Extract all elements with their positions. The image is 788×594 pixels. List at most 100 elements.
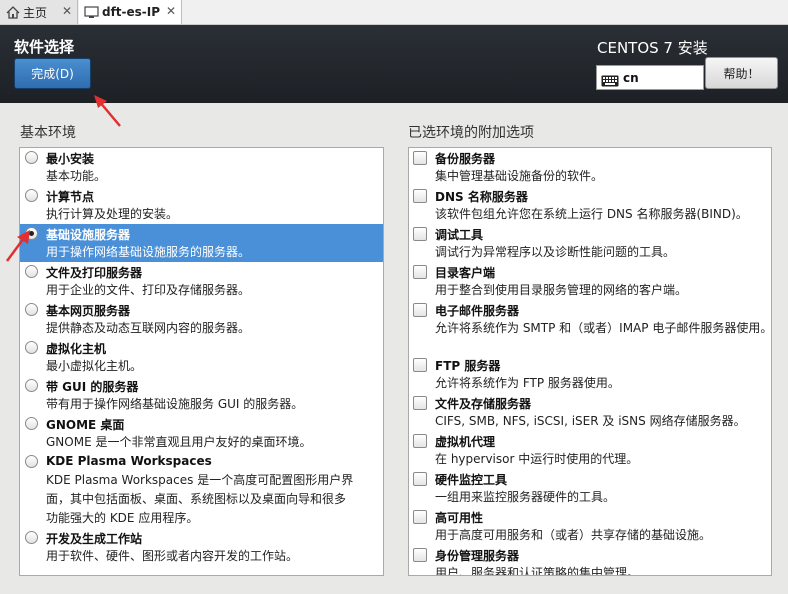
environment-title: 计算节点 bbox=[46, 190, 95, 204]
home-icon bbox=[5, 5, 20, 19]
help-button[interactable]: 帮助！ bbox=[705, 57, 778, 89]
addon-checkbox[interactable] bbox=[413, 358, 427, 372]
environment-title: 基本网页服务器 bbox=[46, 304, 131, 318]
addon-title: 硬件监控工具 bbox=[435, 473, 508, 487]
radio-button[interactable] bbox=[25, 341, 38, 354]
addon-option[interactable]: 电子邮件服务器 允许将系统作为 SMTP 和（或者）IMAP 电子邮件服务器使用。 bbox=[409, 300, 771, 338]
tab-vm[interactable]: dft-es-IP ✕ bbox=[79, 0, 182, 24]
addons-heading: 已选环境的附加选项 bbox=[408, 125, 534, 141]
radio-button[interactable] bbox=[25, 379, 38, 392]
addon-title: 高可用性 bbox=[435, 511, 484, 525]
environment-option[interactable]: 最小安装 基本功能。 bbox=[20, 148, 383, 186]
addon-checkbox[interactable] bbox=[413, 396, 427, 410]
addon-checkbox[interactable] bbox=[413, 548, 427, 562]
environment-description: 用于操作网络基础设施服务的服务器。 bbox=[46, 245, 251, 259]
addon-title: DNS 名称服务器 bbox=[435, 190, 528, 204]
annotation-arrow-icon bbox=[94, 95, 121, 127]
addon-description: 用户、服务器和认证策略的集中管理。 bbox=[435, 566, 640, 576]
keyboard-icon bbox=[601, 72, 619, 86]
addon-title: 文件及存储服务器 bbox=[435, 397, 532, 411]
radio-button[interactable] bbox=[25, 455, 38, 468]
environment-option[interactable]: GNOME 桌面 GNOME 是一个非常直观且用户友好的桌面环境。 bbox=[20, 414, 383, 452]
addon-description: 在 hypervisor 中运行时使用的代理。 bbox=[435, 452, 639, 466]
radio-button[interactable] bbox=[25, 189, 38, 202]
environment-option[interactable]: 计算节点执行计算及处理的安装。 bbox=[20, 186, 383, 224]
addon-option[interactable]: 虚拟机代理在 hypervisor 中运行时使用的代理。 bbox=[409, 431, 771, 469]
addon-title: 目录客户端 bbox=[435, 266, 496, 280]
environment-title: GNOME 桌面 bbox=[46, 418, 125, 432]
addon-option[interactable]: 身份管理服务器用户、服务器和认证策略的集中管理。 bbox=[409, 545, 771, 576]
radio-button[interactable] bbox=[25, 531, 38, 544]
environment-description: 基本功能。 bbox=[46, 169, 107, 183]
radio-button[interactable] bbox=[25, 303, 38, 316]
addon-description: 用于高度可用服务和（或者）共享存储的基础设施。 bbox=[435, 528, 712, 542]
addon-description: CIFS, SMB, NFS, iSCSI, iSER 及 iSNS 网络存储服… bbox=[435, 414, 746, 428]
environment-description: 提供静态及动态互联网内容的服务器。 bbox=[46, 321, 251, 335]
tab-bar: 主页 ✕ dft-es-IP ✕ bbox=[0, 0, 788, 25]
addon-checkbox[interactable] bbox=[413, 151, 427, 165]
addon-checkbox[interactable] bbox=[413, 434, 427, 448]
addon-option[interactable]: DNS 名称服务器该软件包组允许您在系统上运行 DNS 名称服务器(BIND)。 bbox=[409, 186, 771, 224]
addon-checkbox[interactable] bbox=[413, 472, 427, 486]
addon-checkbox[interactable] bbox=[413, 227, 427, 241]
addon-option[interactable]: 目录客户端用于整合到使用目录服务管理的网络的客户端。 bbox=[409, 262, 771, 300]
environment-description: 面，其中包括面板、桌面、系统图标以及桌面向导和很多 bbox=[46, 492, 347, 506]
addon-title: 备份服务器 bbox=[435, 152, 496, 166]
addon-description: 允许将系统作为 FTP 服务器使用。 bbox=[435, 376, 620, 390]
environment-option[interactable]: 虚拟化主机最小虚拟化主机。 bbox=[20, 338, 383, 376]
radio-button[interactable] bbox=[25, 417, 38, 430]
addon-description: 该软件包组允许您在系统上运行 DNS 名称服务器(BIND)。 bbox=[435, 207, 748, 221]
environment-title: 开发及生成工作站 bbox=[46, 532, 143, 546]
environment-title: 虚拟化主机 bbox=[46, 342, 107, 356]
addon-checkbox[interactable] bbox=[413, 303, 427, 317]
close-icon[interactable]: ✕ bbox=[166, 4, 176, 18]
environment-description: GNOME 是一个非常直观且用户友好的桌面环境。 bbox=[46, 435, 312, 449]
environment-title: 基础设施服务器 bbox=[46, 228, 131, 242]
radio-button[interactable] bbox=[25, 265, 38, 278]
product-title: CENTOS 7 安装 bbox=[597, 39, 708, 57]
addon-option[interactable]: 硬件监控工具 一组用来监控服务器硬件的工具。 bbox=[409, 469, 771, 507]
addon-description: 调试行为异常程序以及诊断性能问题的工具。 bbox=[435, 245, 676, 259]
environment-description: 用于企业的文件、打印及存储服务器。 bbox=[46, 283, 251, 297]
addon-description: 用于整合到使用目录服务管理的网络的客户端。 bbox=[435, 283, 688, 297]
addon-checkbox[interactable] bbox=[413, 265, 427, 279]
addon-description: 集中管理基础设施备份的软件。 bbox=[435, 169, 604, 183]
addon-option[interactable]: FTP 服务器允许将系统作为 FTP 服务器使用。 bbox=[409, 355, 771, 393]
vm-icon bbox=[84, 5, 99, 19]
base-environment-heading: 基本环境 bbox=[20, 125, 76, 141]
environment-description: 执行计算及处理的安装。 bbox=[46, 207, 179, 221]
environment-description: 最小虚拟化主机。 bbox=[46, 359, 143, 373]
environment-option[interactable]: 文件及打印服务器用于企业的文件、打印及存储服务器。 bbox=[20, 262, 383, 300]
keyboard-layout-value: cn bbox=[623, 70, 639, 85]
environment-description: KDE Plasma Workspaces 是一个高度可配置图形用户界 bbox=[46, 473, 354, 487]
done-button[interactable]: 完成(D) bbox=[14, 58, 91, 89]
addon-option[interactable]: 备份服务器集中管理基础设施备份的软件。 bbox=[409, 148, 771, 186]
addon-checkbox[interactable] bbox=[413, 510, 427, 524]
page-title: 软件选择 bbox=[14, 38, 75, 56]
environment-title: KDE Plasma Workspaces bbox=[46, 454, 212, 468]
addon-option[interactable]: 调试工具 调试行为异常程序以及诊断性能问题的工具。 bbox=[409, 224, 771, 262]
annotation-arrow-icon bbox=[5, 230, 30, 262]
environment-option[interactable]: 开发及生成工作站用于软件、硬件、图形或者内容开发的工作站。 bbox=[20, 528, 383, 566]
tab-home[interactable]: 主页 ✕ bbox=[0, 0, 78, 24]
environment-title: 文件及打印服务器 bbox=[46, 266, 143, 280]
keyboard-layout-indicator[interactable]: cn bbox=[596, 65, 704, 90]
environment-description: 用于软件、硬件、图形或者内容开发的工作站。 bbox=[46, 549, 299, 563]
radio-button[interactable] bbox=[25, 151, 38, 164]
environment-option[interactable]: KDE Plasma Workspaces KDE Plasma Workspac… bbox=[20, 452, 383, 528]
close-icon[interactable]: ✕ bbox=[62, 4, 72, 18]
environment-option[interactable]: 带 GUI 的服务器带有用于操作网络基础设施服务 GUI 的服务器。 bbox=[20, 376, 383, 414]
addon-option[interactable]: 高可用性用于高度可用服务和（或者）共享存储的基础设施。 bbox=[409, 507, 771, 545]
base-environment-list: 最小安装 基本功能。计算节点执行计算及处理的安装。 基础设施服务器用于操作网络基础设… bbox=[19, 147, 384, 576]
environment-description: 带有用于操作网络基础设施服务 GUI 的服务器。 bbox=[46, 397, 304, 411]
addon-option[interactable]: 文件及存储服务器 CIFS, SMB, NFS, iSCSI, iSER 及 iS… bbox=[409, 393, 771, 431]
tab-home-label: 主页 bbox=[23, 5, 48, 20]
addon-title: 身份管理服务器 bbox=[435, 549, 520, 563]
addon-title: 电子邮件服务器 bbox=[435, 304, 520, 318]
addon-checkbox[interactable] bbox=[413, 189, 427, 203]
addon-title: FTP 服务器 bbox=[435, 359, 501, 373]
addon-list: 备份服务器 集中管理基础设施备份的软件。 DNS 名称服务器 该软件包组允许您在系统上… bbox=[408, 147, 772, 576]
environment-title: 带 GUI 的服务器 bbox=[46, 380, 139, 394]
environment-option[interactable]: 基本网页服务器提供静态及动态互联网内容的服务器。 bbox=[20, 300, 383, 338]
environment-option[interactable]: 基础设施服务器用于操作网络基础设施服务的服务器。 bbox=[20, 224, 383, 262]
